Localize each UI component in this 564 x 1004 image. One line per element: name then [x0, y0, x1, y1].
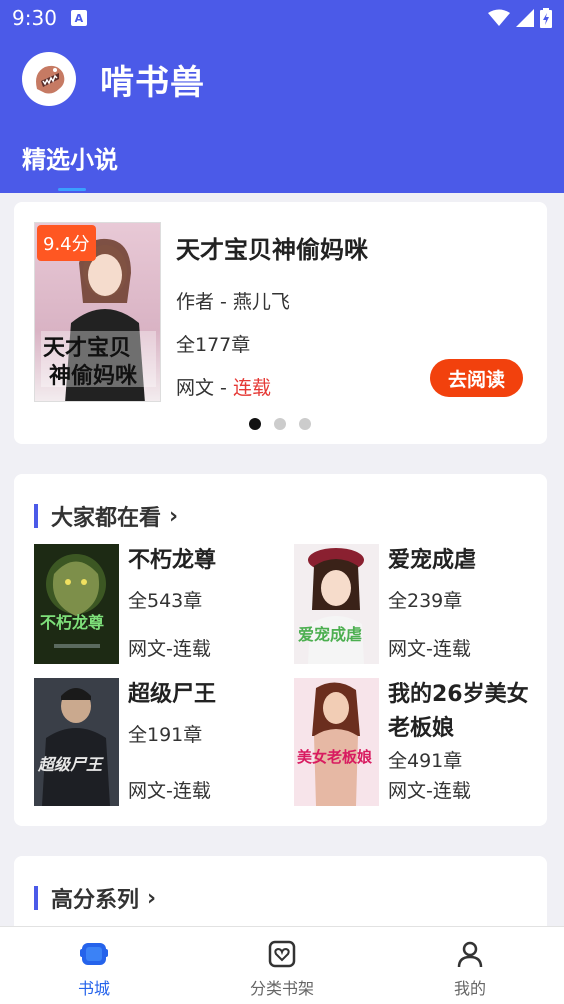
- book-item[interactable]: 爱宠成虐 爱宠成虐 全239章 网文-连载: [294, 544, 544, 664]
- highscore-section-header[interactable]: 高分系列 ›: [34, 882, 156, 914]
- book-status: 网文-连载: [388, 638, 471, 660]
- notification-a-icon: A: [70, 10, 87, 26]
- svg-text:神偷妈咪: 神偷妈咪: [49, 363, 138, 389]
- featured-book-serial-status: 连载: [232, 377, 271, 399]
- book-status: 网文-连载: [128, 638, 211, 660]
- bookshelf-icon: [268, 940, 296, 968]
- featured-book-chapters: 全177章: [176, 334, 251, 356]
- battery-icon: [540, 8, 552, 28]
- featured-book-cover[interactable]: 天才宝贝 神偷妈咪 9.4分: [34, 222, 161, 402]
- book-status: 网文-连载: [388, 780, 471, 802]
- monster-logo-icon: [36, 65, 65, 94]
- nav-item-bookshelf[interactable]: 分类书架: [188, 927, 376, 1004]
- tab-active-indicator: [58, 188, 86, 191]
- book-title: 爱宠成虐: [388, 548, 477, 573]
- book-chapters: 全543章: [128, 590, 203, 612]
- svg-text:爱宠成虐: 爱宠成虐: [298, 625, 362, 644]
- featured-book-card[interactable]: 天才宝贝 神偷妈咪 9.4分 天才宝贝神偷妈咪 作者 - 燕儿飞 全177章 网…: [14, 202, 547, 444]
- app-title: 啃书兽: [100, 62, 205, 103]
- bookstore-icon: [80, 943, 108, 965]
- featured-book-source: 网文 -: [176, 377, 233, 399]
- book-cover[interactable]: 爱宠成虐: [294, 544, 379, 664]
- svg-text:天才宝贝: 天才宝贝: [43, 335, 131, 361]
- status-bar: 9:30 A: [0, 0, 564, 36]
- status-time: 9:30: [12, 6, 57, 30]
- nav-item-mine[interactable]: 我的: [376, 927, 564, 1004]
- book-title: 超级尸王: [128, 682, 217, 707]
- featured-book-author: 作者 - 燕儿飞: [176, 291, 290, 313]
- book-chapters: 全239章: [388, 590, 463, 612]
- book-item[interactable]: 不朽龙尊 不朽龙尊 全543章 网文-连载: [34, 544, 284, 664]
- book-cover[interactable]: 美女老板娘: [294, 678, 379, 806]
- book-item[interactable]: 超级尸王 超级尸王 全191章 网文-连载: [34, 678, 284, 806]
- book-item[interactable]: 美女老板娘 我的26岁美女老板娘 全491章 网文-连载: [294, 678, 544, 806]
- wifi-icon: [488, 9, 510, 26]
- signal-icon: [516, 9, 534, 27]
- carousel-dot-1[interactable]: [249, 418, 261, 430]
- user-icon: [457, 941, 483, 968]
- book-cover[interactable]: 超级尸王: [34, 678, 119, 806]
- nav-label-bookstore: 书城: [77, 979, 110, 998]
- read-button[interactable]: 去阅读: [430, 359, 523, 397]
- bottom-navigation: 书城 分类书架 我的: [0, 926, 564, 1004]
- section-accent-bar: [34, 504, 38, 528]
- popular-section-title: 大家都在看: [51, 506, 162, 531]
- cover-art: 美女老板娘: [294, 678, 379, 806]
- section-accent-bar: [34, 886, 38, 910]
- chevron-right-icon: ›: [169, 503, 179, 529]
- carousel-dots: [249, 418, 311, 430]
- svg-text:美女老板娘: 美女老板娘: [297, 748, 373, 766]
- svg-text:超级尸王: 超级尸王: [37, 755, 104, 774]
- app-header: 9:30 A 啃书兽 精选小说: [0, 0, 564, 193]
- cover-art: 不朽龙尊: [34, 544, 119, 664]
- highscore-section-title: 高分系列: [51, 888, 140, 913]
- app-logo: [22, 52, 76, 106]
- nav-label-bookshelf: 分类书架: [249, 979, 314, 998]
- book-status: 网文-连载: [128, 780, 211, 802]
- carousel-dot-2[interactable]: [274, 418, 286, 430]
- book-chapters: 全491章: [388, 750, 463, 772]
- nav-label-mine: 我的: [453, 979, 486, 998]
- popular-section: 大家都在看 › 不朽龙尊 不朽龙尊 全543章 网文-连载 爱宠成虐 爱宠成虐 …: [14, 474, 547, 826]
- rating-badge: 9.4分: [37, 225, 96, 261]
- carousel-dot-3[interactable]: [299, 418, 311, 430]
- book-title: 我的26岁美女老板娘: [388, 682, 529, 741]
- featured-book-title[interactable]: 天才宝贝神偷妈咪: [176, 230, 526, 265]
- nav-item-bookstore[interactable]: 书城: [0, 927, 188, 1004]
- book-cover[interactable]: 不朽龙尊: [34, 544, 119, 664]
- svg-text:不朽龙尊: 不朽龙尊: [40, 613, 104, 632]
- book-title: 不朽龙尊: [128, 548, 217, 573]
- cover-art: 超级尸王: [34, 678, 119, 806]
- cover-art: 爱宠成虐: [294, 544, 379, 664]
- popular-section-header[interactable]: 大家都在看 ›: [34, 500, 178, 532]
- tab-featured-novels[interactable]: 精选小说: [22, 140, 118, 175]
- book-chapters: 全191章: [128, 724, 203, 746]
- chevron-right-icon: ›: [147, 885, 157, 911]
